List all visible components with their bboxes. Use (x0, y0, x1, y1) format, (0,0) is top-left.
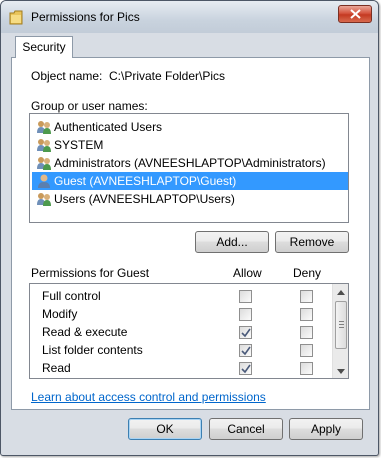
tab-security[interactable]: Security (15, 36, 73, 58)
folder-icon (9, 10, 23, 25)
group-user-list[interactable]: Authenticated Users SYSTEM Administrator… (29, 113, 349, 223)
deny-checkbox[interactable] (300, 344, 313, 357)
permission-row: Modify (30, 305, 330, 323)
allow-checkbox[interactable] (239, 326, 252, 339)
cancel-button[interactable]: Cancel (209, 418, 283, 440)
permissions-label: Permissions for Guest (31, 266, 150, 280)
permission-name: List folder contents (42, 343, 143, 357)
group-icon (37, 193, 51, 206)
scroll-down-icon[interactable] (337, 369, 345, 375)
add-button[interactable]: Add... (195, 231, 269, 253)
permissions-dialog: Permissions for Pics Security Object nam… (0, 0, 379, 456)
permission-name: Modify (42, 307, 78, 321)
deny-column-header: Deny (293, 266, 322, 280)
deny-checkbox[interactable] (300, 326, 313, 339)
allow-checkbox[interactable] (239, 344, 252, 357)
group-icon (37, 139, 51, 152)
remove-button[interactable]: Remove (275, 231, 349, 253)
permission-row: Read (30, 359, 330, 377)
permissions-list[interactable]: Full control Modify Read & execute List … (29, 283, 349, 379)
list-item[interactable]: Users (AVNEESHLAPTOP\Users) (32, 190, 348, 208)
permission-row: List folder contents (30, 341, 330, 359)
deny-checkbox[interactable] (300, 290, 313, 303)
group-names-label: Group or user names: (31, 99, 148, 113)
scroll-grip (339, 324, 344, 325)
window-title: Permissions for Pics (31, 10, 140, 24)
deny-checkbox[interactable] (300, 308, 313, 321)
allow-checkbox[interactable] (239, 362, 252, 375)
close-button[interactable] (338, 5, 372, 23)
list-item[interactable]: Administrators (AVNEESHLAPTOP\Administra… (32, 154, 348, 172)
group-icon (37, 121, 51, 134)
allow-checkbox[interactable] (239, 290, 252, 303)
title-bar[interactable]: Permissions for Pics (1, 1, 378, 33)
list-item-label: Users (AVNEESHLAPTOP\Users) (54, 192, 235, 206)
allow-checkbox[interactable] (239, 308, 252, 321)
access-control-help-link[interactable]: Learn about access control and permissio… (31, 390, 266, 404)
list-item-selected[interactable]: Guest (AVNEESHLAPTOP\Guest) (32, 172, 348, 190)
list-item-label: Guest (AVNEESHLAPTOP\Guest) (54, 174, 237, 188)
list-item-label: SYSTEM (54, 138, 104, 152)
checkmark-icon (241, 328, 251, 338)
scroll-up-icon[interactable] (337, 289, 345, 295)
list-item[interactable]: SYSTEM (32, 136, 348, 154)
permission-name: Full control (42, 289, 101, 303)
permission-row: Full control (30, 287, 330, 305)
allow-column-header: Allow (233, 266, 262, 280)
checkmark-icon (241, 346, 251, 356)
list-item-label: Authenticated Users (54, 120, 163, 134)
scroll-grip (339, 321, 344, 322)
close-icon (350, 9, 361, 19)
list-item[interactable]: Authenticated Users (32, 118, 348, 136)
scroll-thumb[interactable] (335, 301, 347, 349)
permission-name: Read & execute (42, 325, 128, 339)
permission-name: Read (42, 361, 71, 375)
group-icon (37, 157, 51, 170)
scroll-grip (339, 327, 344, 328)
ok-button[interactable]: OK (128, 418, 202, 440)
list-item-label: Administrators (AVNEESHLAPTOP\Administra… (54, 156, 326, 170)
apply-button[interactable]: Apply (289, 418, 363, 440)
checkmark-icon (241, 364, 251, 374)
permission-row: Read & execute (30, 323, 330, 341)
object-name-label: Object name: (31, 69, 103, 83)
permissions-scrollbar[interactable] (332, 284, 348, 378)
deny-checkbox[interactable] (300, 362, 313, 375)
user-icon (38, 174, 50, 188)
object-name-value: C:\Private Folder\Pics (109, 69, 226, 83)
